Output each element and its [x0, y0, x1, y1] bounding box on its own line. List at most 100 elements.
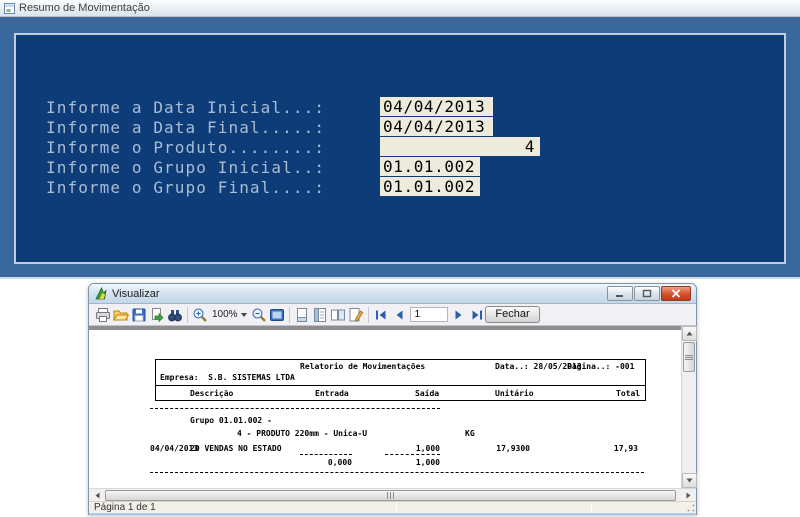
zoom-in-button[interactable] — [191, 306, 209, 324]
chevron-down-icon — [241, 313, 247, 317]
minimize-icon — [615, 289, 625, 298]
maximize-button[interactable] — [634, 286, 660, 301]
report-group: Grupo 01.01.002 - — [190, 416, 272, 425]
grip-icon — [386, 492, 395, 499]
window-controls — [607, 286, 691, 301]
resize-grip-icon[interactable] — [687, 504, 695, 512]
report-page-number: Pagina..: -001 — [567, 362, 634, 371]
col-total: Total — [616, 389, 640, 398]
scroll-down-button[interactable] — [682, 473, 697, 488]
resumo-window: Resumo de Movimentação Informe a Data In… — [0, 0, 800, 279]
arrow-right-icon — [686, 492, 691, 499]
divider — [150, 472, 644, 473]
report-content: Relatorio de Movimentações Data..: 28/05… — [89, 326, 696, 488]
report-company: Empresa: S.B. SISTEMAS LTDA — [160, 373, 295, 382]
movement-total: 17,93 — [587, 444, 638, 453]
close-button[interactable] — [661, 286, 691, 301]
export-button[interactable] — [148, 306, 166, 324]
form-row: Informe a Data Inicial...: 04/04/2013 — [16, 98, 784, 118]
movement-description: 20 VENDAS NO ESTADO — [190, 444, 282, 453]
movement-unitario: 17,9300 — [479, 444, 530, 453]
open-icon — [113, 307, 129, 323]
grupo-final-field[interactable]: 01.01.002 — [380, 177, 480, 196]
divider — [300, 454, 352, 455]
close-icon — [671, 289, 681, 298]
toolbar-separator — [289, 307, 290, 323]
window-title: Resumo de Movimentação — [19, 2, 150, 14]
zoom-in-icon — [192, 307, 208, 323]
form-panel: Informe a Data Inicial...: 04/04/2013 In… — [14, 33, 786, 264]
toolbar-separator — [368, 307, 369, 323]
two-pages-button[interactable] — [329, 306, 347, 324]
divider — [150, 408, 440, 409]
status-divider — [591, 503, 592, 512]
form-row: Informe o Produto........: 4 — [16, 138, 784, 158]
page-setup-icon — [348, 307, 364, 323]
data-inicial-label: Informe a Data Inicial...: — [46, 98, 325, 117]
prev-page-icon — [392, 308, 406, 322]
preview-area: Relatorio de Movimentações Data..: 28/05… — [89, 326, 696, 488]
fechar-button[interactable]: Fechar — [485, 306, 540, 323]
open-button[interactable] — [112, 306, 130, 324]
grupo-inicial-field[interactable]: 01.01.002 — [380, 157, 480, 176]
page-width-button[interactable] — [311, 306, 329, 324]
data-final-field[interactable]: 04/04/2013 — [380, 117, 493, 136]
preview-toolbar: 100% 1 — [89, 304, 696, 326]
window-title: Visualizar — [112, 288, 160, 300]
total-entrada: 0,000 — [301, 458, 352, 467]
page-view-icon — [294, 307, 310, 323]
save-button[interactable] — [130, 306, 148, 324]
grip-icon — [685, 354, 693, 361]
last-page-button[interactable] — [468, 306, 486, 324]
page-width-icon — [312, 307, 328, 323]
produto-field[interactable]: 4 — [380, 137, 540, 156]
next-page-icon — [452, 308, 466, 322]
grupo-final-label: Informe o Grupo Final....: — [46, 178, 325, 197]
zoom-select[interactable]: 100% — [209, 309, 250, 320]
vertical-scroll-thumb[interactable] — [683, 342, 695, 372]
scroll-left-button[interactable] — [90, 490, 104, 501]
form-icon — [4, 3, 15, 14]
divider — [385, 454, 440, 455]
zoom-out-icon — [251, 307, 267, 323]
scroll-up-button[interactable] — [682, 326, 697, 341]
next-page-button[interactable] — [450, 306, 468, 324]
save-icon — [131, 307, 147, 323]
print-icon — [95, 307, 111, 323]
form-row: Informe o Grupo Final....: 01.01.002 — [16, 178, 784, 198]
movement-saida: 1,000 — [389, 444, 440, 453]
maximize-icon — [642, 289, 652, 298]
report-product: 4 - PRODUTO 220mm - Unica-U — [237, 429, 367, 438]
whole-page-button[interactable] — [268, 306, 286, 324]
status-divider — [396, 503, 397, 512]
visualizar-window: Visualizar — [88, 283, 697, 515]
minimize-button[interactable] — [607, 286, 633, 301]
print-button[interactable] — [94, 306, 112, 324]
horizontal-scroll-thumb[interactable] — [105, 490, 676, 501]
visualizar-titlebar[interactable]: Visualizar — [89, 284, 696, 304]
arrow-down-icon — [686, 478, 693, 483]
two-pages-icon — [330, 307, 346, 323]
horizontal-scrollbar[interactable] — [89, 488, 696, 501]
zoom-out-button[interactable] — [250, 306, 268, 324]
toolbar-separator — [187, 307, 188, 323]
form-row: Informe o Grupo Inicial..: 01.01.002 — [16, 158, 784, 178]
data-inicial-field[interactable]: 04/04/2013 — [380, 97, 493, 116]
arrow-up-icon — [686, 331, 693, 336]
resumo-titlebar[interactable]: Resumo de Movimentação — [0, 0, 800, 17]
page-setup-button[interactable] — [347, 306, 365, 324]
whole-page-icon — [269, 307, 285, 323]
first-page-button[interactable] — [372, 306, 390, 324]
form-row: Informe a Data Final.....: 04/04/2013 — [16, 118, 784, 138]
find-icon — [167, 307, 183, 323]
find-button[interactable] — [166, 306, 184, 324]
last-page-icon — [470, 308, 484, 322]
page-view-button[interactable] — [293, 306, 311, 324]
prev-page-button[interactable] — [390, 306, 408, 324]
total-saida: 1,000 — [389, 458, 440, 467]
scroll-right-button[interactable] — [681, 490, 695, 501]
page-number-input[interactable]: 1 — [410, 307, 448, 322]
data-final-label: Informe a Data Final.....: — [46, 118, 325, 137]
col-unitario: Unitário — [495, 389, 534, 398]
vertical-scrollbar[interactable] — [681, 326, 696, 488]
